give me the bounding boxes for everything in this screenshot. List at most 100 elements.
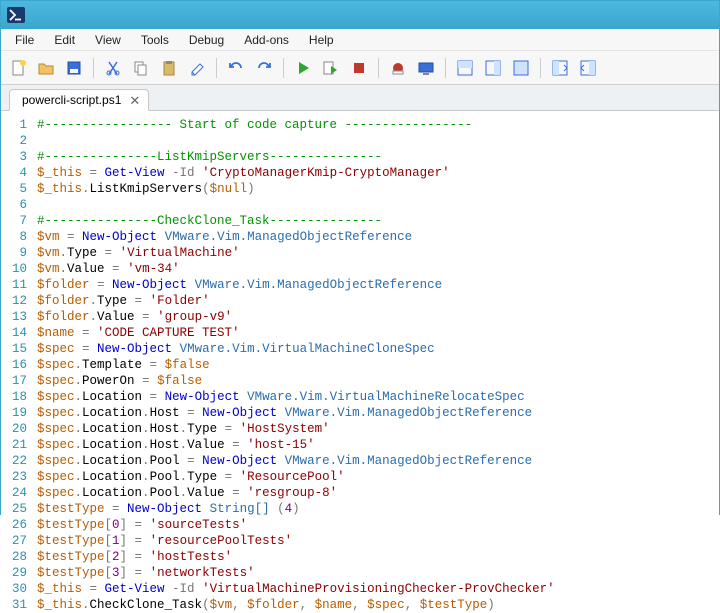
pane-script-icon[interactable] xyxy=(452,55,478,81)
code-line[interactable]: $testType[2] = 'hostTests' xyxy=(37,549,719,565)
code-line[interactable]: $vm = New-Object VMware.Vim.ManagedObjec… xyxy=(37,229,719,245)
code-line[interactable]: #---------------ListKmipServers---------… xyxy=(37,149,719,165)
pane-right-icon[interactable] xyxy=(480,55,506,81)
code-line[interactable]: $spec = New-Object VMware.Vim.VirtualMac… xyxy=(37,341,719,357)
token-punc: = xyxy=(105,262,128,276)
code-line[interactable]: $testType[1] = 'resourcePoolTests' xyxy=(37,533,719,549)
line-number: 1 xyxy=(1,117,27,133)
token-type: VMware.Vim.ManagedObjectReference xyxy=(285,406,533,420)
paste-icon[interactable] xyxy=(156,55,182,81)
tab-active[interactable]: powercli-script.ps1 ✕ xyxy=(9,89,149,111)
code-line[interactable] xyxy=(37,197,719,213)
token-prop: Pool xyxy=(150,470,180,484)
code-line[interactable]: $folder = New-Object VMware.Vim.ManagedO… xyxy=(37,277,719,293)
titlebar xyxy=(1,1,719,29)
redo-icon[interactable] xyxy=(251,55,277,81)
code-line[interactable] xyxy=(37,133,719,149)
code-line[interactable]: $spec.Location.Host.Type = 'HostSystem' xyxy=(37,421,719,437)
line-number: 17 xyxy=(1,373,27,389)
menubar: FileEditViewToolsDebugAdd-onsHelp xyxy=(1,29,719,51)
save-icon[interactable] xyxy=(61,55,87,81)
token-prop: Value xyxy=(187,438,225,452)
menu-help[interactable]: Help xyxy=(299,31,344,49)
pane-max-icon[interactable] xyxy=(508,55,534,81)
token-var: $spec xyxy=(37,422,75,436)
toolbar-separator xyxy=(540,58,541,78)
open-file-icon[interactable] xyxy=(33,55,59,81)
token-punc: , xyxy=(232,598,247,612)
token-str: 'VirtualMachineProvisioningChecker-ProvC… xyxy=(202,582,555,596)
undo-icon[interactable] xyxy=(223,55,249,81)
menu-file[interactable]: File xyxy=(5,31,44,49)
code-line[interactable]: $spec.Location.Host.Value = 'host-15' xyxy=(37,437,719,453)
token-str: 'networkTests' xyxy=(150,566,255,580)
code-line[interactable]: $vm.Type = 'VirtualMachine' xyxy=(37,245,719,261)
line-number: 23 xyxy=(1,469,27,485)
token-punc: . xyxy=(75,358,83,372)
line-number: 4 xyxy=(1,165,27,181)
show-addon-icon[interactable] xyxy=(575,55,601,81)
show-commands-icon[interactable] xyxy=(547,55,573,81)
token-punc: . xyxy=(75,374,83,388)
breakpoint-icon[interactable] xyxy=(385,55,411,81)
close-icon[interactable]: ✕ xyxy=(129,94,140,107)
code-line[interactable]: #---------------CheckClone_Task---------… xyxy=(37,213,719,229)
menu-add-ons[interactable]: Add-ons xyxy=(234,31,299,49)
code-line[interactable]: $spec.Template = $false xyxy=(37,357,719,373)
copy-icon[interactable] xyxy=(128,55,154,81)
code-area[interactable]: #----------------- Start of code capture… xyxy=(37,117,719,613)
toolbar-separator xyxy=(445,58,446,78)
token-var: $testType xyxy=(37,502,105,516)
code-line[interactable]: $name = 'CODE CAPTURE TEST' xyxy=(37,325,719,341)
code-line[interactable]: $_this.CheckClone_Task($vm, $folder, $na… xyxy=(37,597,719,613)
token-punc xyxy=(172,342,180,356)
line-number: 31 xyxy=(1,597,27,613)
clear-icon[interactable] xyxy=(184,55,210,81)
code-line[interactable]: $testType[3] = 'networkTests' xyxy=(37,565,719,581)
token-prop: Location xyxy=(82,390,142,404)
code-line[interactable]: $spec.Location = New-Object VMware.Vim.V… xyxy=(37,389,719,405)
token-prop: Value xyxy=(187,486,225,500)
token-num: 4 xyxy=(285,502,293,516)
token-var: $name xyxy=(37,326,75,340)
token-prop: Pool xyxy=(150,486,180,500)
token-punc: . xyxy=(142,438,150,452)
code-line[interactable]: $spec.Location.Host = New-Object VMware.… xyxy=(37,405,719,421)
code-line[interactable]: $_this = Get-View -Id 'CryptoManagerKmip… xyxy=(37,165,719,181)
code-editor[interactable]: 1234567891011121314151617181920212223242… xyxy=(1,111,719,613)
remote-icon[interactable] xyxy=(413,55,439,81)
token-punc: = xyxy=(142,390,165,404)
code-line[interactable]: $spec.Location.Pool = New-Object VMware.… xyxy=(37,453,719,469)
token-num: 2 xyxy=(112,550,120,564)
run-selection-icon[interactable] xyxy=(318,55,344,81)
code-line[interactable]: $spec.Location.Pool.Type = 'ResourcePool… xyxy=(37,469,719,485)
code-line[interactable]: $vm.Value = 'vm-34' xyxy=(37,261,719,277)
menu-tools[interactable]: Tools xyxy=(131,31,179,49)
menu-debug[interactable]: Debug xyxy=(179,31,234,49)
code-line[interactable]: $folder.Value = 'group-v9' xyxy=(37,309,719,325)
code-line[interactable]: $testType[0] = 'sourceTests' xyxy=(37,517,719,533)
new-file-icon[interactable] xyxy=(5,55,31,81)
token-punc: = xyxy=(135,310,158,324)
menu-edit[interactable]: Edit xyxy=(44,31,85,49)
cut-icon[interactable] xyxy=(100,55,126,81)
token-punc: . xyxy=(180,470,188,484)
code-line[interactable]: $spec.Location.Pool.Value = 'resgroup-8' xyxy=(37,485,719,501)
token-cmdlet: New-Object xyxy=(202,454,277,468)
token-var: $vm xyxy=(37,230,60,244)
menu-view[interactable]: View xyxy=(85,31,131,49)
code-line[interactable]: #----------------- Start of code capture… xyxy=(37,117,719,133)
token-punc: . xyxy=(75,406,83,420)
run-icon[interactable] xyxy=(290,55,316,81)
code-line[interactable]: $_this = Get-View -Id 'VirtualMachinePro… xyxy=(37,581,719,597)
code-line[interactable]: $spec.PowerOn = $false xyxy=(37,373,719,389)
token-type: String[] xyxy=(210,502,270,516)
token-punc: . xyxy=(82,182,90,196)
token-str: 'hostTests' xyxy=(150,550,233,564)
token-punc: = xyxy=(90,278,113,292)
code-line[interactable]: $folder.Type = 'Folder' xyxy=(37,293,719,309)
token-prop: Type xyxy=(187,470,217,484)
line-number: 30 xyxy=(1,581,27,597)
code-line[interactable]: $_this.ListKmipServers($null) xyxy=(37,181,719,197)
stop-icon[interactable] xyxy=(346,55,372,81)
